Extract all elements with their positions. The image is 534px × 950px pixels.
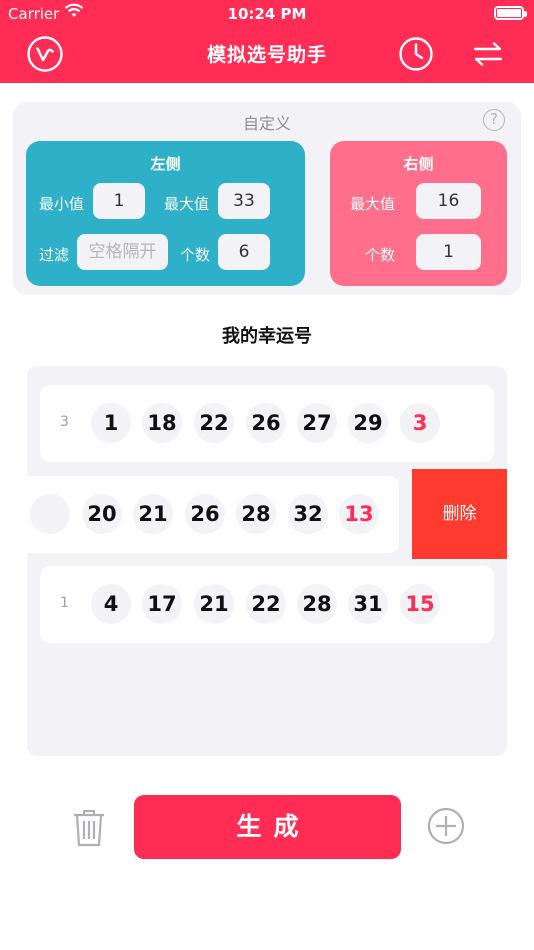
- left-max-label: 最大值: [164, 195, 210, 213]
- clock-icon[interactable]: [396, 34, 436, 74]
- settings-title: 自定义: [242, 114, 291, 133]
- number-ball: 18: [142, 403, 182, 443]
- left-min-input[interactable]: 1: [93, 183, 145, 219]
- custom-settings-card: 自定义 ? 左侧 最小值 1 最大值 33 过滤 空格隔开 个数 6 右侧 最大…: [13, 102, 521, 295]
- number-ball: 28: [236, 494, 276, 534]
- results-list: 3 1 18 22 26 27 29 3 20 21 26 28 32 13 删…: [27, 366, 507, 756]
- list-item[interactable]: 3 1 18 22 26 27 29 3: [40, 385, 494, 462]
- number-ball: 26: [185, 494, 225, 534]
- number-ball: 4: [91, 584, 131, 624]
- page-title: 模拟选号助手: [206, 44, 327, 66]
- lucky-numbers-title: 我的幸运号: [222, 326, 312, 347]
- number-ball: 17: [142, 584, 182, 624]
- help-icon[interactable]: ?: [483, 109, 505, 131]
- number-ball: 22: [194, 403, 234, 443]
- generate-button[interactable]: 生成: [134, 795, 401, 859]
- number-ball: 21: [133, 494, 173, 534]
- battery-icon: [494, 6, 527, 20]
- swap-arrows-icon[interactable]: [468, 34, 508, 74]
- row-index: 1: [60, 595, 69, 611]
- number-ball: 31: [348, 584, 388, 624]
- number-ball: 29: [348, 403, 388, 443]
- special-number-ball: 13: [339, 494, 379, 534]
- left-min-label: 最小值: [39, 195, 85, 213]
- number-ball: 27: [297, 403, 337, 443]
- delete-button[interactable]: 删除: [412, 469, 507, 559]
- number-ball: [30, 494, 70, 534]
- number-ball: 28: [297, 584, 337, 624]
- right-max-label: 最大值: [350, 195, 396, 213]
- list-item[interactable]: 20 21 26 28 32 13: [27, 476, 399, 553]
- right-max-input[interactable]: 16: [416, 183, 481, 219]
- top-bar: Carrier 10:24 PM 模拟选号助手: [0, 0, 534, 83]
- status-bar: Carrier 10:24 PM: [0, 0, 534, 28]
- status-time: 10:24 PM: [227, 5, 307, 23]
- left-count-input[interactable]: 6: [218, 234, 270, 270]
- special-number-ball: 15: [400, 584, 440, 624]
- right-count-input[interactable]: 1: [416, 234, 481, 270]
- left-panel-title: 左侧: [150, 155, 181, 173]
- right-panel-title: 右侧: [403, 155, 434, 173]
- left-max-input[interactable]: 33: [218, 183, 270, 219]
- right-panel: 右侧 最大值 16 个数 1: [330, 141, 507, 286]
- left-count-label: 个数: [180, 246, 211, 264]
- number-ball: 1: [91, 403, 131, 443]
- row-index: 3: [60, 414, 69, 430]
- filter-input[interactable]: 空格隔开: [77, 234, 168, 270]
- filter-label: 过滤: [39, 246, 70, 264]
- number-ball: 21: [194, 584, 234, 624]
- plus-circle-icon[interactable]: [426, 806, 466, 846]
- left-panel: 左侧 最小值 1 最大值 33 过滤 空格隔开 个数 6: [26, 141, 305, 286]
- right-count-label: 个数: [365, 246, 396, 264]
- special-number-ball: 3: [400, 403, 440, 443]
- number-ball: 20: [82, 494, 122, 534]
- number-ball: 22: [246, 584, 286, 624]
- number-ball: 26: [246, 403, 286, 443]
- list-item[interactable]: 1 4 17 21 22 28 31 15: [40, 566, 494, 643]
- number-ball: 32: [288, 494, 328, 534]
- trash-icon[interactable]: [70, 808, 108, 848]
